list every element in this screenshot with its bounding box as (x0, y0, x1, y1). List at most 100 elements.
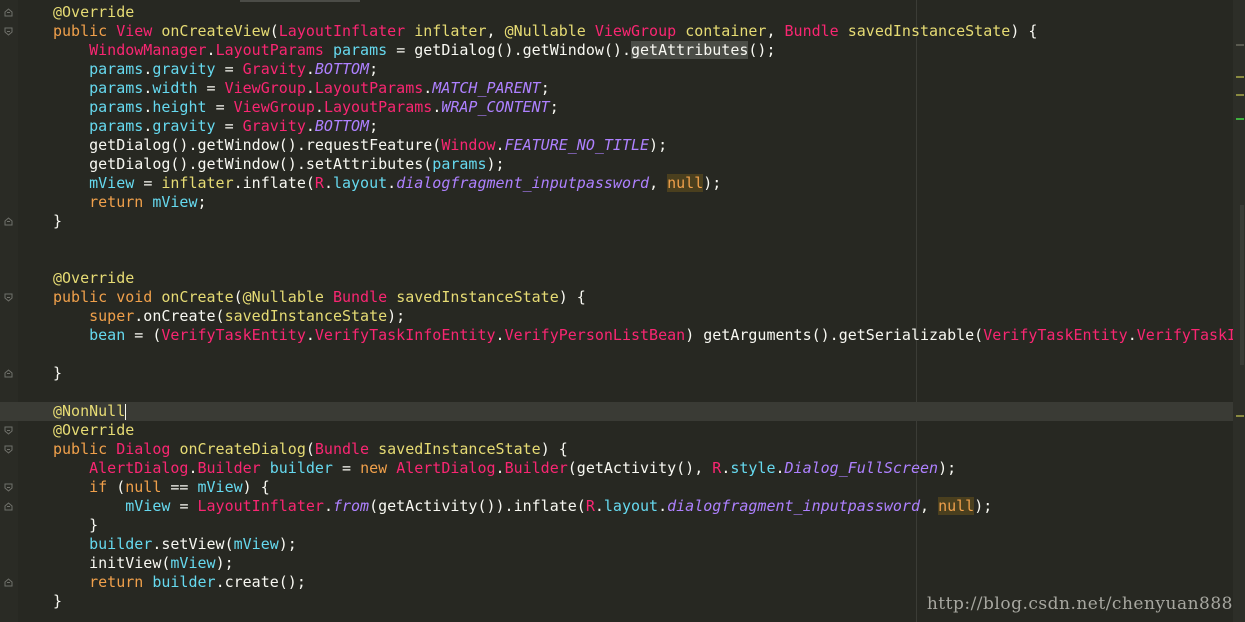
code-token: (getActivity(), (567, 459, 713, 477)
code-token: ); (278, 535, 297, 553)
code-area[interactable]: @Override public View onCreateView(Layout… (0, 3, 1245, 611)
code-token: = ( (134, 326, 162, 344)
code-token: initView( (53, 554, 171, 572)
code-token: VerifyPersonListBean (504, 326, 686, 344)
fold-collapse-icon[interactable] (4, 27, 13, 36)
code-line[interactable]: getDialog().getWindow().requestFeature(W… (53, 136, 1245, 155)
code-token: View (116, 22, 162, 40)
code-token: . (305, 326, 315, 344)
code-token: Gravity (242, 117, 306, 135)
code-token: R (712, 459, 722, 477)
code-token: mView (170, 554, 216, 572)
code-token: @Nullable (242, 288, 333, 306)
code-token: Bundle (784, 22, 848, 40)
code-line[interactable]: builder.setView(mView); (53, 535, 1245, 554)
code-line[interactable]: @NonNull (0, 402, 1245, 421)
code-token: savedInstanceState (378, 440, 541, 458)
code-token: . (495, 136, 505, 154)
code-token: ); (215, 554, 234, 572)
code-token: . (188, 459, 198, 477)
code-token: getDialog().getWindow().setAttributes( (53, 155, 433, 173)
code-token: params (89, 79, 144, 97)
code-line[interactable]: public void onCreate(@Nullable Bundle sa… (53, 288, 1245, 307)
code-token: = (224, 60, 243, 78)
code-token: . (314, 98, 324, 116)
code-line[interactable]: initView(mView); (53, 554, 1245, 573)
fold-collapse-icon[interactable] (4, 483, 13, 492)
code-token: . (495, 459, 505, 477)
code-token: ; (197, 193, 207, 211)
code-token: @Override (53, 421, 135, 439)
code-line[interactable]: mView = LayoutInflater.from(getActivity(… (53, 497, 1245, 516)
code-token: ViewGroup (233, 98, 315, 116)
code-token: onCreate (161, 288, 234, 306)
code-line[interactable]: params.gravity = Gravity.BOTTOM; (53, 117, 1245, 136)
fold-end-icon[interactable] (4, 217, 13, 226)
code-token: VerifyTaskInfo (1136, 326, 1245, 344)
code-token: Gravity (242, 60, 306, 78)
code-line[interactable]: bean = (VerifyTaskEntity.VerifyTaskInfoE… (53, 326, 1245, 345)
fold-end-icon[interactable] (4, 369, 13, 378)
code-line[interactable]: @Override (53, 3, 1245, 22)
scroll-thumb[interactable] (1240, 205, 1244, 365)
code-token: == (170, 478, 198, 496)
code-line[interactable]: AlertDialog.Builder builder = new AlertD… (53, 459, 1245, 478)
code-line[interactable] (53, 345, 1245, 364)
code-line[interactable]: } (53, 364, 1245, 383)
watermark: http://blog.csdn.net/chenyuan888 (926, 594, 1233, 614)
code-editor[interactable]: @Override public View onCreateView(Layout… (0, 0, 1245, 622)
code-token: ( (269, 22, 279, 40)
code-token: mView (197, 478, 243, 496)
code-token: height (152, 98, 216, 116)
code-line[interactable]: if (null == mView) { (53, 478, 1245, 497)
scroll-marker (1236, 76, 1244, 78)
code-token: . (143, 60, 153, 78)
scroll-marker (1236, 94, 1244, 96)
code-token: } (53, 592, 63, 610)
code-line[interactable]: @Override (53, 421, 1245, 440)
code-line[interactable] (53, 231, 1245, 250)
code-line[interactable]: super.onCreate(savedInstanceState); (53, 307, 1245, 326)
fold-end-icon[interactable] (4, 502, 13, 511)
code-line[interactable]: public View onCreateView(LayoutInflater … (53, 22, 1245, 41)
code-line[interactable]: } (53, 212, 1245, 231)
code-token: = (179, 497, 198, 515)
vertical-scrollbar[interactable] (1233, 0, 1245, 622)
fold-collapse-icon[interactable] (4, 445, 13, 454)
code-token: style (730, 459, 776, 477)
fold-end-icon[interactable] (4, 8, 13, 17)
code-token: dialogfragment_inputpassword (667, 497, 920, 515)
code-line[interactable]: params.gravity = Gravity.BOTTOM; (53, 60, 1245, 79)
code-line[interactable]: return mView; (53, 193, 1245, 212)
code-token: = (206, 79, 225, 97)
code-line[interactable]: } (53, 516, 1245, 535)
code-line[interactable]: @Override (53, 269, 1245, 288)
code-token: savedInstanceState (847, 22, 1011, 40)
fold-collapse-icon[interactable] (4, 293, 13, 302)
code-line[interactable]: mView = inflater.inflate(R.layout.dialog… (53, 174, 1245, 193)
code-token: (getActivity()).inflate( (369, 497, 586, 515)
fold-end-icon[interactable] (4, 578, 13, 587)
code-line[interactable]: params.height = ViewGroup.LayoutParams.W… (53, 98, 1245, 117)
code-token: ( (233, 288, 243, 306)
code-line[interactable]: return builder.create(); (53, 573, 1245, 592)
code-line[interactable]: public Dialog onCreateDialog(Bundle save… (53, 440, 1245, 459)
code-line[interactable]: params.width = ViewGroup.LayoutParams.MA… (53, 79, 1245, 98)
code-line[interactable]: getDialog().getWindow().setAttributes(pa… (53, 155, 1245, 174)
fold-collapse-icon[interactable] (4, 426, 13, 435)
text-caret (125, 403, 127, 420)
code-line[interactable]: WindowManager.LayoutParams params = getD… (53, 41, 1245, 60)
code-token: savedInstanceState (396, 288, 559, 306)
code-token: WRAP_CONTENT (441, 98, 550, 116)
code-token: , (766, 22, 785, 40)
code-line[interactable] (53, 250, 1245, 269)
code-token: inflater (161, 174, 234, 192)
code-token: = (215, 98, 234, 116)
code-token: .inflate( (233, 174, 315, 192)
code-line[interactable] (53, 383, 1245, 402)
